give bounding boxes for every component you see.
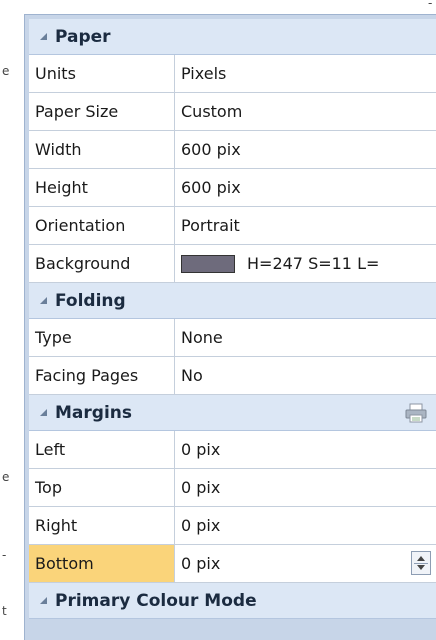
property-value-facing-pages[interactable]: No bbox=[175, 357, 436, 394]
property-label: Right bbox=[29, 507, 175, 544]
section-title: Paper bbox=[55, 26, 111, 47]
color-swatch[interactable] bbox=[181, 254, 235, 273]
property-row-height[interactable]: Height 600 pix bbox=[29, 169, 436, 207]
section-margins[interactable]: Margins bbox=[29, 395, 436, 431]
property-label: Height bbox=[29, 169, 175, 206]
property-label: Width bbox=[29, 131, 175, 168]
property-value-background[interactable]: H=247 S=11 L= bbox=[175, 245, 436, 282]
property-row-units[interactable]: Units Pixels bbox=[29, 55, 436, 93]
property-row-right[interactable]: Right 0 pix bbox=[29, 507, 436, 545]
section-title: Primary Colour Mode bbox=[55, 590, 257, 611]
spin-up-icon[interactable] bbox=[417, 556, 425, 561]
property-row-background[interactable]: Background H=247 S=11 L= bbox=[29, 245, 436, 283]
section-folding[interactable]: Folding bbox=[29, 283, 436, 319]
property-value-paper-size[interactable]: Custom bbox=[175, 93, 436, 130]
property-label: Units bbox=[29, 55, 175, 92]
spinner-divider bbox=[414, 563, 428, 564]
property-label: Type bbox=[29, 319, 175, 356]
printer-icon[interactable] bbox=[405, 403, 427, 423]
property-value-type[interactable]: None bbox=[175, 319, 436, 356]
properties-panel: Paper Units Pixels Paper Size Custom Wid… bbox=[24, 14, 436, 640]
property-row-paper-size[interactable]: Paper Size Custom bbox=[29, 93, 436, 131]
spin-down-icon[interactable] bbox=[417, 565, 425, 570]
property-label: Facing Pages bbox=[29, 357, 175, 394]
property-value-units[interactable]: Pixels bbox=[175, 55, 436, 92]
property-label: Background bbox=[29, 245, 175, 282]
section-title: Folding bbox=[55, 290, 126, 311]
property-value-height[interactable]: 600 pix bbox=[175, 169, 436, 206]
property-row-type[interactable]: Type None bbox=[29, 319, 436, 357]
property-label: Left bbox=[29, 431, 175, 468]
value-spinner[interactable] bbox=[411, 551, 431, 575]
property-row-bottom[interactable]: Bottom 0 pix bbox=[29, 545, 436, 583]
property-value-bottom[interactable]: 0 pix bbox=[175, 545, 436, 582]
section-paper[interactable]: Paper bbox=[29, 19, 436, 55]
collapse-triangle-icon[interactable] bbox=[40, 297, 47, 304]
edge-char: t bbox=[2, 604, 7, 618]
property-value-orientation[interactable]: Portrait bbox=[175, 207, 436, 244]
property-value-right[interactable]: 0 pix bbox=[175, 507, 436, 544]
color-value-text: H=247 S=11 L= bbox=[247, 254, 380, 273]
bottom-value-text: 0 pix bbox=[181, 554, 221, 573]
property-row-width[interactable]: Width 600 pix bbox=[29, 131, 436, 169]
section-title: Margins bbox=[55, 402, 132, 423]
property-row-left[interactable]: Left 0 pix bbox=[29, 431, 436, 469]
edge-char: - bbox=[428, 0, 433, 10]
property-value-left[interactable]: 0 pix bbox=[175, 431, 436, 468]
collapse-triangle-icon[interactable] bbox=[40, 597, 47, 604]
edge-char: e bbox=[2, 64, 10, 78]
edge-char: e bbox=[2, 470, 10, 484]
edge-char: - bbox=[2, 548, 7, 562]
section-primary-colour-mode[interactable]: Primary Colour Mode bbox=[29, 583, 436, 619]
property-label: Orientation bbox=[29, 207, 175, 244]
property-row-orientation[interactable]: Orientation Portrait bbox=[29, 207, 436, 245]
property-label: Paper Size bbox=[29, 93, 175, 130]
property-row-top[interactable]: Top 0 pix bbox=[29, 469, 436, 507]
collapse-triangle-icon[interactable] bbox=[40, 33, 47, 40]
property-label-selected: Bottom bbox=[29, 545, 175, 582]
collapse-triangle-icon[interactable] bbox=[40, 409, 47, 416]
property-value-width[interactable]: 600 pix bbox=[175, 131, 436, 168]
property-label: Top bbox=[29, 469, 175, 506]
property-row-facing-pages[interactable]: Facing Pages No bbox=[29, 357, 436, 395]
property-grid: Paper Units Pixels Paper Size Custom Wid… bbox=[29, 19, 436, 619]
property-value-top[interactable]: 0 pix bbox=[175, 469, 436, 506]
